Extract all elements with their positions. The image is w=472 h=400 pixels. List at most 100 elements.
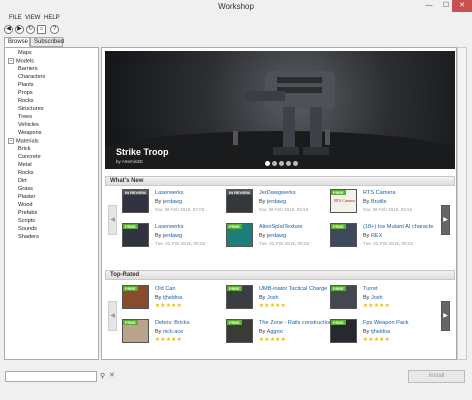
item-name-link[interactable]: Debris: Bricks (155, 320, 233, 326)
tree-item[interactable]: − Models (8, 58, 34, 66)
menu-file[interactable]: FILE (9, 15, 22, 21)
close-button[interactable]: ✕ (452, 0, 472, 12)
top-rated-prev-arrow[interactable]: ◀ (108, 301, 117, 331)
install-button[interactable]: Install (408, 370, 465, 383)
whats-new-next-arrow[interactable]: ▶ (441, 205, 450, 235)
workshop-item[interactable]: FREE Old Can By tjheldna ★★★★★ (122, 283, 232, 313)
tree-item[interactable]: Sounds (18, 226, 37, 234)
item-author-link[interactable]: nick.ace (163, 329, 183, 335)
item-author-link[interactable]: REX (371, 233, 382, 239)
tree-item[interactable]: Rocks (18, 170, 34, 178)
carousel-dot[interactable] (279, 161, 284, 166)
tree-item[interactable]: Structures (18, 106, 44, 114)
item-thumbnail[interactable]: FREE (330, 285, 357, 309)
tree-item[interactable]: Scripts (18, 218, 35, 226)
workshop-item[interactable]: IN REVIEW Laserwerks By jerdawg Sat, 06 Feb… (122, 187, 232, 217)
tree-item[interactable]: Dirt (18, 178, 27, 186)
carousel-dot[interactable] (293, 161, 298, 166)
menu-view[interactable]: VIEW (25, 15, 40, 21)
item-thumbnail[interactable]: FREE (122, 285, 149, 309)
tree-item[interactable]: Characters (18, 74, 45, 82)
item-name-link[interactable]: The Zone - Rails construction (259, 320, 337, 326)
item-thumbnail[interactable]: FREE (226, 285, 253, 309)
item-author-link[interactable]: jerdawg (267, 233, 286, 239)
tree-expander-icon[interactable]: − (8, 58, 14, 64)
carousel-dot[interactable] (286, 161, 291, 166)
tree-item[interactable]: Wood (18, 202, 33, 210)
item-thumbnail[interactable]: FREE (226, 319, 253, 343)
search-icon[interactable]: ⚲ (100, 372, 105, 380)
item-author-link[interactable]: Aggror (267, 329, 284, 335)
workshop-item[interactable]: FREE Laserwerks By jerdawg Tue, 02 Feb 2016… (122, 221, 232, 251)
tree-item[interactable]: Shaders (18, 234, 39, 242)
clear-icon[interactable]: ✕ (109, 371, 115, 379)
tree-item[interactable]: Trees (18, 114, 32, 122)
item-name-link[interactable]: RTS Camera (363, 190, 441, 196)
workshop-item[interactable]: FREE Debris: Bricks By nick.ace ★★★★★ (122, 317, 232, 347)
item-name-link[interactable]: (18+) Ice Mutant AI characte (363, 224, 441, 230)
item-name-link[interactable]: Turret (363, 286, 441, 292)
item-author-link[interactable]: jerdawg (163, 199, 182, 205)
featured-banner[interactable]: Strike Troop by Artemis3D (105, 51, 455, 169)
item-thumbnail[interactable]: FREE (122, 319, 149, 343)
workshop-item[interactable]: FREE AlienSplatTexture By jerdawg Tue, 02 F… (226, 221, 336, 251)
item-name-link[interactable]: AlienSplatTexture (259, 224, 337, 230)
tree-item[interactable]: Concrete (18, 154, 41, 162)
minimize-button[interactable]: — (420, 0, 438, 12)
tree-item[interactable]: Maps (18, 50, 32, 58)
item-thumbnail[interactable]: FREE (122, 223, 149, 247)
item-name-link[interactable]: JerDawgwerks (259, 190, 337, 196)
item-thumbnail[interactable]: FREE RTS Camera (330, 189, 357, 213)
item-thumbnail[interactable]: IN REVIEW (226, 189, 253, 213)
menu-help[interactable]: HELP (44, 15, 60, 21)
tree-item[interactable]: Brick (18, 146, 30, 154)
item-author-link[interactable]: jerdawg (267, 199, 286, 205)
top-rated-next-arrow[interactable]: ▶ (441, 301, 450, 331)
tree-item[interactable]: Plaster (18, 194, 35, 202)
search-input[interactable] (5, 371, 97, 382)
content-scrollbar[interactable] (457, 47, 467, 360)
item-author-link[interactable]: Brutile (371, 199, 387, 205)
item-thumbnail[interactable]: FREE (226, 223, 253, 247)
tree-item[interactable]: Grass (18, 186, 33, 194)
forward-icon[interactable]: ▶ (15, 25, 24, 34)
item-author-link[interactable]: tjheldna (371, 329, 390, 335)
workshop-item[interactable]: FREE The Zone - Rails construction By Aggr… (226, 317, 336, 347)
item-author-link[interactable]: tjheldna (163, 295, 182, 301)
tree-item[interactable]: Vehicles (18, 122, 39, 130)
back-icon[interactable]: ◀ (4, 25, 13, 34)
item-name-link[interactable]: Fps Weapon Pack (363, 320, 441, 326)
item-name-link[interactable]: Old Can (155, 286, 233, 292)
help-icon[interactable]: ? (50, 25, 59, 34)
item-name-link[interactable]: Laserwerks (155, 190, 233, 196)
workshop-item[interactable]: FREE UMB-inator Tactical Charge By Josh ★★★… (226, 283, 336, 313)
tree-item[interactable]: Barriers (18, 66, 38, 74)
item-author-link[interactable]: Josh (267, 295, 279, 301)
tab-subscribed[interactable]: Subscribed (30, 37, 64, 47)
item-thumbnail[interactable]: FREE (330, 319, 357, 343)
whats-new-prev-arrow[interactable]: ◀ (108, 205, 117, 235)
workshop-item[interactable]: IN REVIEW JerDawgwerks By jerdawg Sat, 06 F… (226, 187, 336, 217)
carousel-dot[interactable] (272, 161, 277, 166)
refresh-icon[interactable]: ↻ (26, 25, 35, 34)
tree-item[interactable]: Prefabs (18, 210, 37, 218)
item-name-link[interactable]: UMB-inator Tactical Charge (259, 286, 337, 292)
tree-expander-icon[interactable]: − (8, 138, 14, 144)
carousel-dot[interactable] (265, 161, 270, 166)
tree-item[interactable]: Rocks (18, 98, 34, 106)
home-icon[interactable]: ⌂ (37, 25, 46, 34)
workshop-item[interactable]: FREE (18+) Ice Mutant AI characte By REX Tu… (330, 221, 440, 251)
tree-item[interactable]: Props (18, 90, 33, 98)
item-thumbnail[interactable]: IN REVIEW (122, 189, 149, 213)
workshop-item[interactable]: FREE Turret By Josh ★★★★★ (330, 283, 440, 313)
tree-item[interactable]: Metal (18, 162, 32, 170)
item-author-link[interactable]: Josh (371, 295, 383, 301)
item-name-link[interactable]: Laserwerks (155, 224, 233, 230)
tab-browse[interactable]: Browse (4, 37, 30, 47)
tree-item[interactable]: − Materials (8, 138, 39, 146)
tree-item[interactable]: Plants (18, 82, 34, 90)
item-author-link[interactable]: jerdawg (163, 233, 182, 239)
tree-item[interactable]: Weapons (18, 130, 42, 138)
item-thumbnail[interactable]: FREE (330, 223, 357, 247)
workshop-item[interactable]: FREE Fps Weapon Pack By tjheldna ★★★★★ (330, 317, 440, 347)
